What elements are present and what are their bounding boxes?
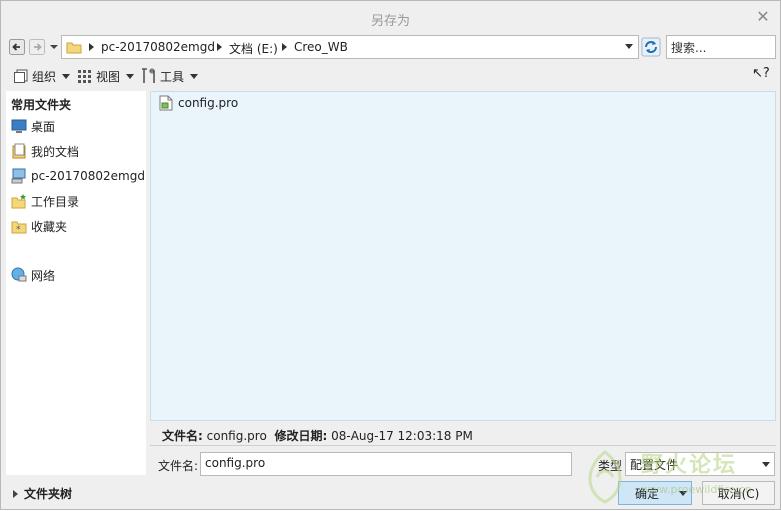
favorites-sidebar: 常用文件夹 桌面 我的文档 pc-20170802emgd 工作目录 * 收藏夹…: [6, 91, 146, 475]
ok-button[interactable]: 确定: [618, 481, 692, 505]
details-date-value: 08-Aug-17 12:03:18 PM: [331, 429, 473, 443]
details-date-label: 修改日期:: [274, 429, 328, 443]
folder-icon: [66, 42, 82, 54]
file-name: config.pro: [178, 96, 239, 110]
chevron-down-icon: [762, 462, 770, 467]
cancel-label: 取消(C): [717, 486, 760, 501]
forward-button[interactable]: [29, 39, 45, 55]
view-menu[interactable]: 视图: [77, 67, 135, 85]
view-icon: [78, 70, 91, 83]
breadcrumb-folder[interactable]: Creo_WB: [294, 40, 348, 54]
sidebar-item-network[interactable]: 网络: [11, 265, 55, 285]
filetype-value: 配置文件: [630, 458, 679, 472]
back-arrow-icon: [9, 39, 25, 55]
sidebar-item-computer[interactable]: pc-20170802emgd: [11, 166, 145, 186]
network-icon: [11, 267, 27, 282]
favorites-icon: *: [11, 221, 27, 234]
sidebar-item-label: 桌面: [31, 119, 56, 134]
forward-arrow-icon: [29, 39, 45, 55]
history-dropdown[interactable]: [49, 39, 59, 55]
documents-icon: [12, 143, 26, 159]
dialog-title: 另存为: [370, 14, 410, 29]
divider: [150, 445, 776, 446]
sidebar-item-label: 收藏夹: [31, 219, 68, 234]
breadcrumb-separator: [217, 43, 222, 51]
address-bar[interactable]: pc-20170802emgd 文档 (E:) Creo_WB: [61, 35, 639, 59]
sidebar-item-label: 我的文档: [31, 144, 80, 159]
tools-menu[interactable]: 工具: [141, 67, 199, 85]
filetype-label: 类型: [598, 459, 623, 473]
sidebar-item-my-documents[interactable]: 我的文档: [11, 141, 79, 161]
breadcrumb-computer[interactable]: pc-20170802emgd: [101, 40, 215, 54]
refresh-button[interactable]: [641, 36, 661, 58]
sidebar-item-favorites[interactable]: * 收藏夹: [11, 216, 67, 236]
chevron-down-icon: [126, 73, 135, 79]
view-label: 视图: [96, 69, 121, 84]
details-name-value: config.pro: [206, 429, 267, 443]
desktop-icon: [11, 119, 27, 133]
breadcrumb-drive[interactable]: 文档 (E:): [229, 40, 278, 57]
chevron-down-icon: [50, 45, 58, 49]
file-item[interactable]: config.pro: [158, 95, 238, 111]
refresh-icon: [641, 37, 661, 57]
organize-label: 组织: [32, 69, 57, 84]
sidebar-item-label: 网络: [31, 268, 56, 283]
expand-icon: [13, 489, 18, 498]
sidebar-item-label: 工作目录: [31, 194, 80, 209]
folder-tree-toggle[interactable]: 文件夹树: [13, 485, 72, 502]
details-name-label: 文件名:: [162, 429, 203, 443]
computer-icon: [11, 168, 26, 184]
organize-menu[interactable]: 组织: [13, 67, 71, 85]
back-button[interactable]: [9, 39, 25, 55]
folder-tree-label: 文件夹树: [24, 487, 73, 501]
help-button[interactable]: ↖?: [752, 66, 770, 81]
address-dropdown-icon[interactable]: [625, 44, 633, 49]
organize-icon: [14, 69, 28, 83]
config-file-icon: [159, 95, 173, 111]
chevron-down-icon: [190, 73, 199, 79]
title-bar: 另存为 ✕: [1, 1, 780, 34]
file-details: 文件名: config.pro 修改日期: 08-Aug-17 12:03:18…: [162, 427, 473, 444]
breadcrumb-separator: [282, 43, 287, 51]
svg-text:*: *: [16, 225, 21, 234]
file-list[interactable]: config.pro: [150, 91, 776, 421]
chevron-down-icon: [679, 491, 687, 496]
sidebar-item-working-directory[interactable]: 工作目录: [11, 191, 79, 211]
tools-label: 工具: [160, 69, 185, 84]
ok-label: 确定: [635, 486, 660, 501]
filename-input[interactable]: config.pro: [200, 452, 572, 476]
sidebar-heading: 常用文件夹: [11, 98, 72, 112]
help-cursor-icon: ↖?: [752, 66, 770, 81]
filetype-select[interactable]: 配置文件: [625, 452, 775, 476]
close-icon: ✕: [756, 7, 770, 26]
search-input[interactable]: 搜索...: [666, 35, 776, 59]
working-directory-icon: [11, 194, 26, 209]
cancel-button[interactable]: 取消(C): [702, 481, 775, 505]
sidebar-item-label: pc-20170802emgd: [31, 169, 145, 183]
tools-icon: [142, 68, 155, 83]
chevron-down-icon: [62, 73, 71, 79]
breadcrumb-separator: [89, 43, 94, 51]
filename-label: 文件名:: [158, 459, 199, 473]
save-as-dialog: 另存为 ✕ pc-20170802emgd 文档 (E:) Creo_WB 搜索…: [0, 0, 781, 510]
sidebar-item-desktop[interactable]: 桌面: [11, 116, 55, 136]
close-button[interactable]: ✕: [754, 7, 772, 27]
